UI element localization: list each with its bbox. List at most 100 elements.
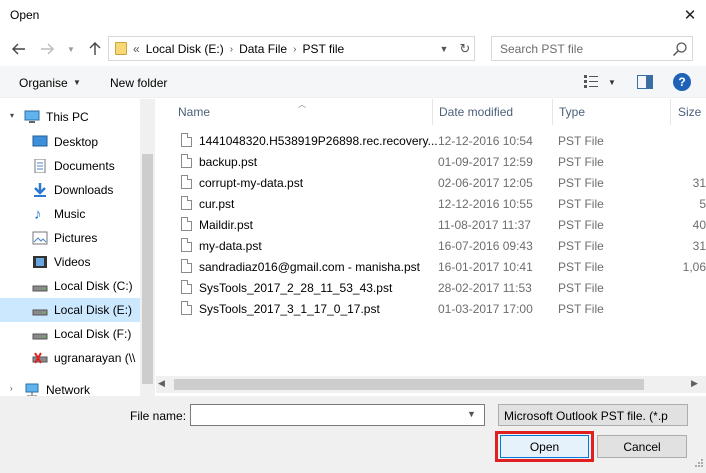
nav-label: Documents (54, 159, 115, 173)
chevron-right-icon[interactable]: › (230, 44, 233, 55)
file-row[interactable]: cur.pst 12-12-2016 10:55 PST File 5 (176, 193, 706, 214)
scroll-left-icon[interactable]: ◀ (158, 378, 165, 389)
nav-item-network-drive[interactable]: ugranarayan (\\ (0, 346, 140, 370)
recent-locations-caret-icon[interactable]: ▼ (60, 38, 82, 60)
help-icon[interactable]: ? (673, 73, 691, 91)
scroll-right-icon[interactable]: ▶ (691, 378, 698, 389)
file-icon (181, 133, 192, 147)
search-placeholder: Search PST file (500, 42, 584, 56)
nav-item-this-pc[interactable]: ▾ This PC (0, 105, 140, 129)
chevron-right-icon[interactable]: › (10, 384, 13, 393)
file-row[interactable]: backup.pst 01-09-2017 12:59 PST File (176, 151, 706, 172)
music-icon: ♪ (34, 206, 42, 223)
up-arrow-icon[interactable] (84, 38, 106, 60)
file-row[interactable]: my-data.pst 16-07-2016 09:43 PST File 31 (176, 235, 706, 256)
nav-item-videos[interactable]: Videos (0, 250, 140, 274)
file-row[interactable]: SysTools_2017_3_1_17_0_17.pst 01-03-2017… (176, 298, 706, 319)
refresh-icon[interactable]: ↻ (457, 40, 473, 58)
preview-pane-icon[interactable] (637, 75, 653, 89)
file-date: 12-12-2016 10:54 (438, 134, 533, 148)
column-header-name[interactable]: Name (178, 105, 210, 119)
file-size: 1,06 (682, 260, 706, 274)
column-divider[interactable] (670, 99, 671, 125)
folder-icon (115, 42, 127, 55)
file-size: 40 (692, 218, 706, 232)
nav-label: Videos (54, 255, 91, 269)
new-folder-button[interactable]: New folder (110, 76, 167, 90)
drive-icon (32, 285, 48, 292)
column-header-type[interactable]: Type (559, 105, 585, 119)
file-date: 16-01-2017 10:41 (438, 260, 533, 274)
chevron-down-icon[interactable]: ▼ (467, 409, 476, 419)
nav-item-music[interactable]: ♪ Music (0, 202, 140, 226)
nav-item-documents[interactable]: Documents (0, 154, 140, 178)
resize-grip-icon[interactable] (694, 458, 704, 468)
nav-label: Music (54, 207, 86, 221)
file-icon (181, 175, 192, 189)
horizontal-scrollbar-thumb[interactable] (174, 379, 644, 390)
open-button[interactable]: Open (500, 435, 589, 458)
nav-item-desktop[interactable]: Desktop (0, 130, 140, 154)
column-divider[interactable] (552, 99, 553, 125)
file-name: sandradiaz016@gmail.com - manisha.pst (199, 260, 420, 274)
address-dropdown-icon[interactable]: ▼ (437, 41, 451, 57)
nav-label: Downloads (54, 183, 114, 197)
chevron-down-icon[interactable]: ▼ (608, 78, 616, 87)
chevron-right-icon[interactable]: › (293, 44, 296, 55)
cancel-button[interactable]: Cancel (597, 435, 687, 458)
chevron-down-icon[interactable]: ▼ (73, 78, 81, 87)
breadcrumb-data-file[interactable]: Data File (239, 42, 287, 56)
forward-arrow-icon[interactable] (36, 38, 58, 60)
column-header-size[interactable]: Size (678, 105, 701, 119)
file-date: 16-07-2016 09:43 (438, 239, 533, 253)
search-icon[interactable] (672, 41, 688, 57)
file-type: PST File (558, 260, 604, 274)
file-size: 31 (692, 239, 706, 253)
file-date: 28-02-2017 11:53 (438, 281, 532, 295)
file-name-input[interactable]: ▼ (190, 404, 485, 426)
file-icon (181, 217, 192, 231)
column-divider[interactable] (432, 99, 433, 125)
search-input[interactable]: Search PST file (491, 36, 693, 61)
file-type: PST File (558, 302, 604, 316)
file-date: 11-08-2017 11:37 (438, 218, 531, 232)
organise-button[interactable]: Organise (19, 76, 68, 90)
file-type-select[interactable]: Microsoft Outlook PST file. (*.p (498, 404, 688, 426)
nav-item-local-disk-f[interactable]: Local Disk (F:) (0, 322, 140, 346)
close-icon[interactable]: ✕ (678, 4, 702, 26)
file-name: backup.pst (199, 155, 258, 169)
command-bar: Organise ▼ New folder ▼ ? (0, 66, 706, 98)
nav-item-pictures[interactable]: Pictures (0, 226, 140, 250)
nav-item-downloads[interactable]: Downloads (0, 178, 140, 202)
file-row[interactable]: SysTools_2017_2_28_11_53_43.pst 28-02-20… (176, 277, 706, 298)
file-row[interactable]: sandradiaz016@gmail.com - manisha.pst 16… (176, 256, 706, 277)
chevron-down-icon[interactable]: ▾ (10, 111, 14, 120)
file-icon (181, 154, 192, 168)
sort-ascending-icon: ︿ (298, 100, 306, 109)
nav-scrollbar[interactable] (140, 99, 155, 396)
file-name: Maildir.pst (199, 218, 254, 232)
file-icon (181, 301, 192, 315)
column-header-date[interactable]: Date modified (439, 105, 513, 119)
file-row[interactable]: Maildir.pst 11-08-2017 11:37 PST File 40 (176, 214, 706, 235)
nav-item-network[interactable]: › Network (0, 378, 140, 396)
breadcrumb-overflow[interactable]: « (133, 42, 140, 56)
videos-icon (33, 256, 47, 268)
file-type: PST File (558, 176, 604, 190)
file-type: PST File (558, 134, 604, 148)
address-bar[interactable]: « Local Disk (E:) › Data File › PST file… (108, 36, 475, 61)
nav-item-local-disk-e[interactable]: Local Disk (E:) (0, 298, 140, 322)
breadcrumb: « Local Disk (E:) › Data File › PST file (133, 42, 344, 56)
breadcrumb-local-disk-e[interactable]: Local Disk (E:) (146, 42, 224, 56)
file-icon (181, 280, 192, 294)
back-arrow-icon[interactable] (8, 38, 30, 60)
horizontal-scrollbar[interactable]: ◀ ▶ (156, 376, 706, 393)
file-row[interactable]: 1441048320.H538919P26898.rec.recovery...… (176, 130, 706, 151)
nav-scrollbar-thumb[interactable] (142, 154, 153, 384)
file-name: SysTools_2017_2_28_11_53_43.pst (199, 281, 393, 295)
file-date: 12-12-2016 10:55 (438, 197, 533, 211)
file-row[interactable]: corrupt-my-data.pst 02-06-2017 12:05 PST… (176, 172, 706, 193)
view-options-icon[interactable] (584, 75, 598, 88)
nav-item-local-disk-c[interactable]: Local Disk (C:) (0, 274, 140, 298)
breadcrumb-pst-file[interactable]: PST file (302, 42, 344, 56)
